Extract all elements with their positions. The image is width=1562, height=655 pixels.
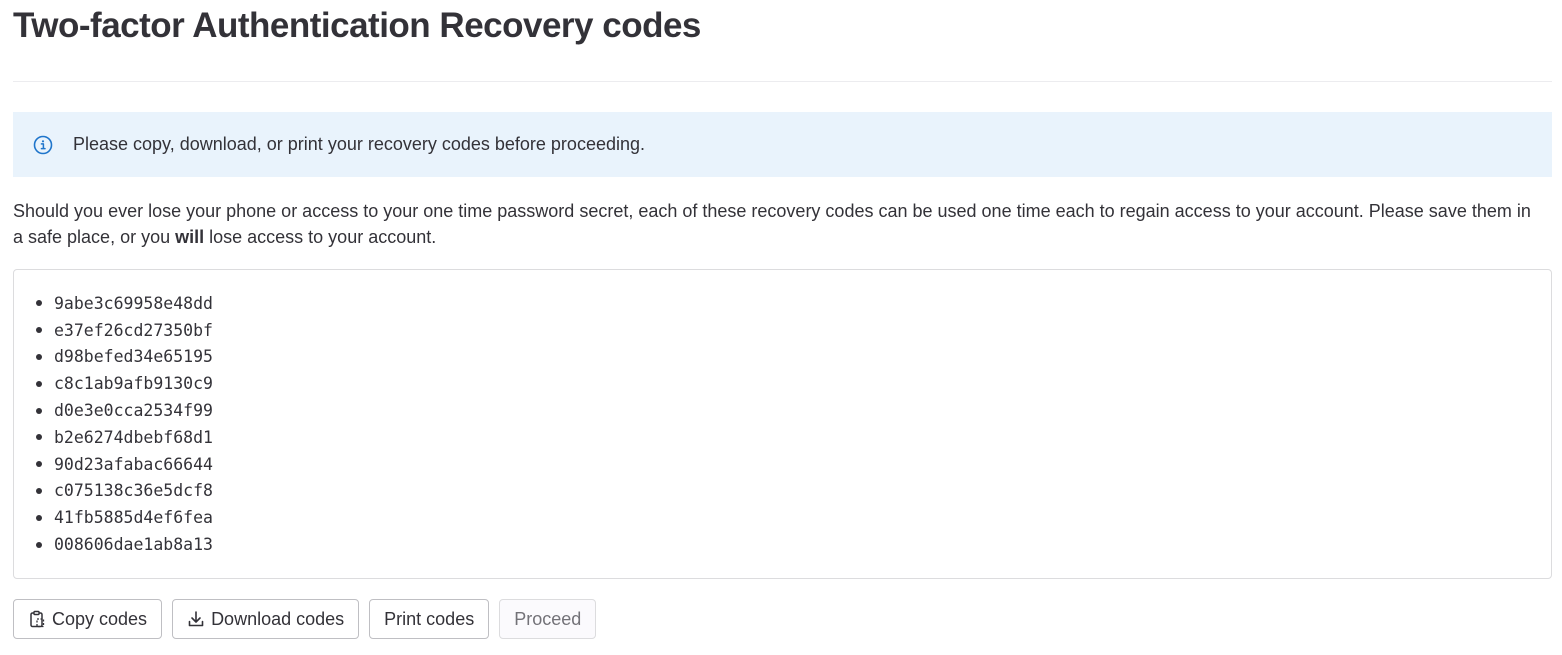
recovery-code: e37ef26cd27350bf: [54, 320, 213, 340]
download-codes-button[interactable]: Download codes: [172, 599, 360, 639]
code-item: 41fb5885d4ef6fea: [36, 504, 1551, 531]
bullet: [36, 300, 42, 307]
recovery-description: Should you ever lose your phone or acces…: [13, 198, 1542, 250]
clipboard-icon: [28, 610, 46, 628]
bullet: [36, 514, 42, 521]
recovery-code: b2e6274dbebf68d1: [54, 427, 213, 447]
description-emphasis: will: [175, 227, 205, 247]
code-item: e37ef26cd27350bf: [36, 317, 1551, 344]
code-item: c8c1ab9afb9130c9: [36, 370, 1551, 397]
bullet: [36, 434, 42, 441]
bullet: [36, 380, 42, 387]
bullet: [36, 353, 42, 360]
code-item: d0e3e0cca2534f99: [36, 397, 1551, 424]
copy-codes-label: Copy codes: [52, 608, 148, 629]
description-text-end: lose access to your account.: [204, 227, 437, 247]
bullet: [36, 541, 42, 548]
code-item: 9abe3c69958e48dd: [36, 290, 1551, 317]
bullet: [36, 487, 42, 494]
action-buttons: Copy codes Download codes Print codes Pr…: [13, 599, 597, 639]
recovery-codes-page: Two-factor Authentication Recovery codes…: [0, 0, 1562, 655]
code-item: c075138c36e5dcf8: [36, 478, 1551, 505]
recovery-code: c075138c36e5dcf8: [54, 481, 213, 501]
page-title: Two-factor Authentication Recovery codes: [13, 6, 701, 45]
recovery-code: 41fb5885d4ef6fea: [54, 508, 213, 528]
recovery-code: d98befed34e65195: [54, 347, 213, 367]
download-codes-label: Download codes: [211, 608, 345, 629]
recovery-code: 90d23afabac66644: [54, 454, 213, 474]
code-item: b2e6274dbebf68d1: [36, 424, 1551, 451]
bullet: [36, 461, 42, 468]
proceed-label: Proceed: [514, 608, 582, 629]
code-item: 90d23afabac66644: [36, 451, 1551, 478]
title-divider: [13, 81, 1552, 82]
recovery-code: c8c1ab9afb9130c9: [54, 374, 213, 394]
print-codes-button[interactable]: Print codes: [369, 599, 490, 639]
code-item: d98befed34e65195: [36, 344, 1551, 371]
recovery-code: d0e3e0cca2534f99: [54, 401, 213, 421]
proceed-button[interactable]: Proceed: [499, 599, 597, 639]
info-alert: Please copy, download, or print your rec…: [13, 112, 1552, 177]
codes-container: 9abe3c69958e48dd e37ef26cd27350bf d98bef…: [13, 269, 1552, 579]
code-item: 008606dae1ab8a13: [36, 531, 1551, 558]
bullet: [36, 407, 42, 414]
recovery-code: 008606dae1ab8a13: [54, 535, 213, 555]
info-icon: [33, 135, 53, 155]
codes-list: 9abe3c69958e48dd e37ef26cd27350bf d98bef…: [14, 270, 1551, 558]
copy-codes-button[interactable]: Copy codes: [13, 599, 163, 639]
recovery-code: 9abe3c69958e48dd: [54, 293, 213, 313]
alert-message: Please copy, download, or print your rec…: [73, 134, 645, 154]
bullet: [36, 327, 42, 334]
print-codes-label: Print codes: [384, 608, 475, 629]
download-icon: [187, 610, 205, 628]
